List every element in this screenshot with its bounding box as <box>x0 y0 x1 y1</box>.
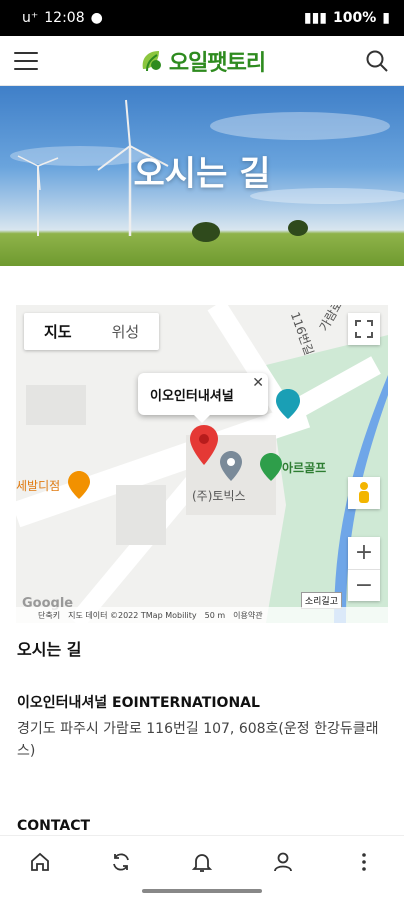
place-label-golf: 아르골프 <box>282 461 327 475</box>
map-data-credit: 지도 데이터 ©2022 TMap Mobility <box>68 610 197 620</box>
terms-link[interactable]: 이용약관 <box>233 610 262 621</box>
map-attribution: 단축키 지도 데이터 ©2022 TMap Mobility 50 m 이용약관 <box>16 607 388 623</box>
status-bar: u⁺ 12:08 ● ▮▮▮ 100% ▮ <box>0 0 404 36</box>
brand-name: 오일팻토리 <box>168 50 266 76</box>
directions-content: 오시는 길 이오인터내셔널 EOINTERNATIONAL 경기도 파주시 가람… <box>17 636 387 763</box>
place-label-tobix: (주)토빅스 <box>192 489 246 503</box>
restaurant-pin-icon[interactable] <box>68 471 90 499</box>
carrier-label: u⁺ <box>22 10 39 26</box>
bottom-navigation <box>0 835 404 887</box>
user-icon[interactable] <box>263 842 303 882</box>
fullscreen-icon[interactable] <box>348 313 380 345</box>
contact-heading: CONTACT <box>17 818 91 834</box>
golf-pin-icon[interactable] <box>260 453 282 481</box>
place-pin-icon[interactable] <box>220 451 242 481</box>
map-type-toggle: 지도 위성 <box>24 313 160 350</box>
battery-level: 100% <box>333 10 377 26</box>
clock: 12:08 <box>44 10 85 26</box>
map-info-window[interactable]: 이오인터내셔널 ✕ <box>138 373 268 423</box>
company-name: 이오인터내셔널 EOINTERNATIONAL <box>17 695 260 711</box>
home-icon[interactable] <box>20 842 60 882</box>
place-label-restaurant: 세발디점 <box>16 479 61 493</box>
system-home-bar[interactable] <box>142 889 262 893</box>
location-pin-icon[interactable] <box>190 425 218 465</box>
leaf-icon <box>142 50 161 71</box>
search-icon[interactable] <box>364 48 390 74</box>
message-icon: ● <box>90 10 103 26</box>
map-tab-satellite[interactable]: 위성 <box>92 313 160 350</box>
battery-icon: ▮ <box>382 10 390 26</box>
info-window-title: 이오인터내셔널 <box>150 388 234 404</box>
company-address: 경기도 파주시 가람로 116번길 107, 608호(운정 한강듀클래스) <box>17 721 379 760</box>
street-view-pegman-icon[interactable] <box>348 477 380 509</box>
map-view[interactable]: 지도 위성 가람로 116번길 이오인터내셔널 ✕ (주)토빅스 아르골프 세발… <box>16 305 388 623</box>
map-scale: 50 m <box>204 610 226 620</box>
hero-banner: 오시는 길 <box>0 86 404 266</box>
brand-logo[interactable]: 오일팻토리 <box>137 45 266 77</box>
signal-icon: ▮▮▮ <box>303 10 328 26</box>
hamburger-icon[interactable] <box>14 51 38 70</box>
app-bar: 오일팻토리 <box>0 36 404 86</box>
zoom-control: + − <box>348 537 380 601</box>
more-icon[interactable] <box>344 842 384 882</box>
map-tab-map[interactable]: 지도 <box>24 313 92 350</box>
shortcut-link[interactable]: 단축키 <box>38 610 60 621</box>
attraction-pin-icon[interactable] <box>276 389 300 419</box>
section-title: 오시는 길 <box>17 640 82 659</box>
refresh-icon[interactable] <box>101 842 141 882</box>
zoom-in-button[interactable]: + <box>348 537 380 569</box>
close-icon[interactable]: ✕ <box>252 375 264 391</box>
zoom-out-button[interactable]: − <box>348 570 380 602</box>
bell-icon[interactable] <box>182 842 222 882</box>
hero-title: 오시는 길 <box>133 154 271 194</box>
